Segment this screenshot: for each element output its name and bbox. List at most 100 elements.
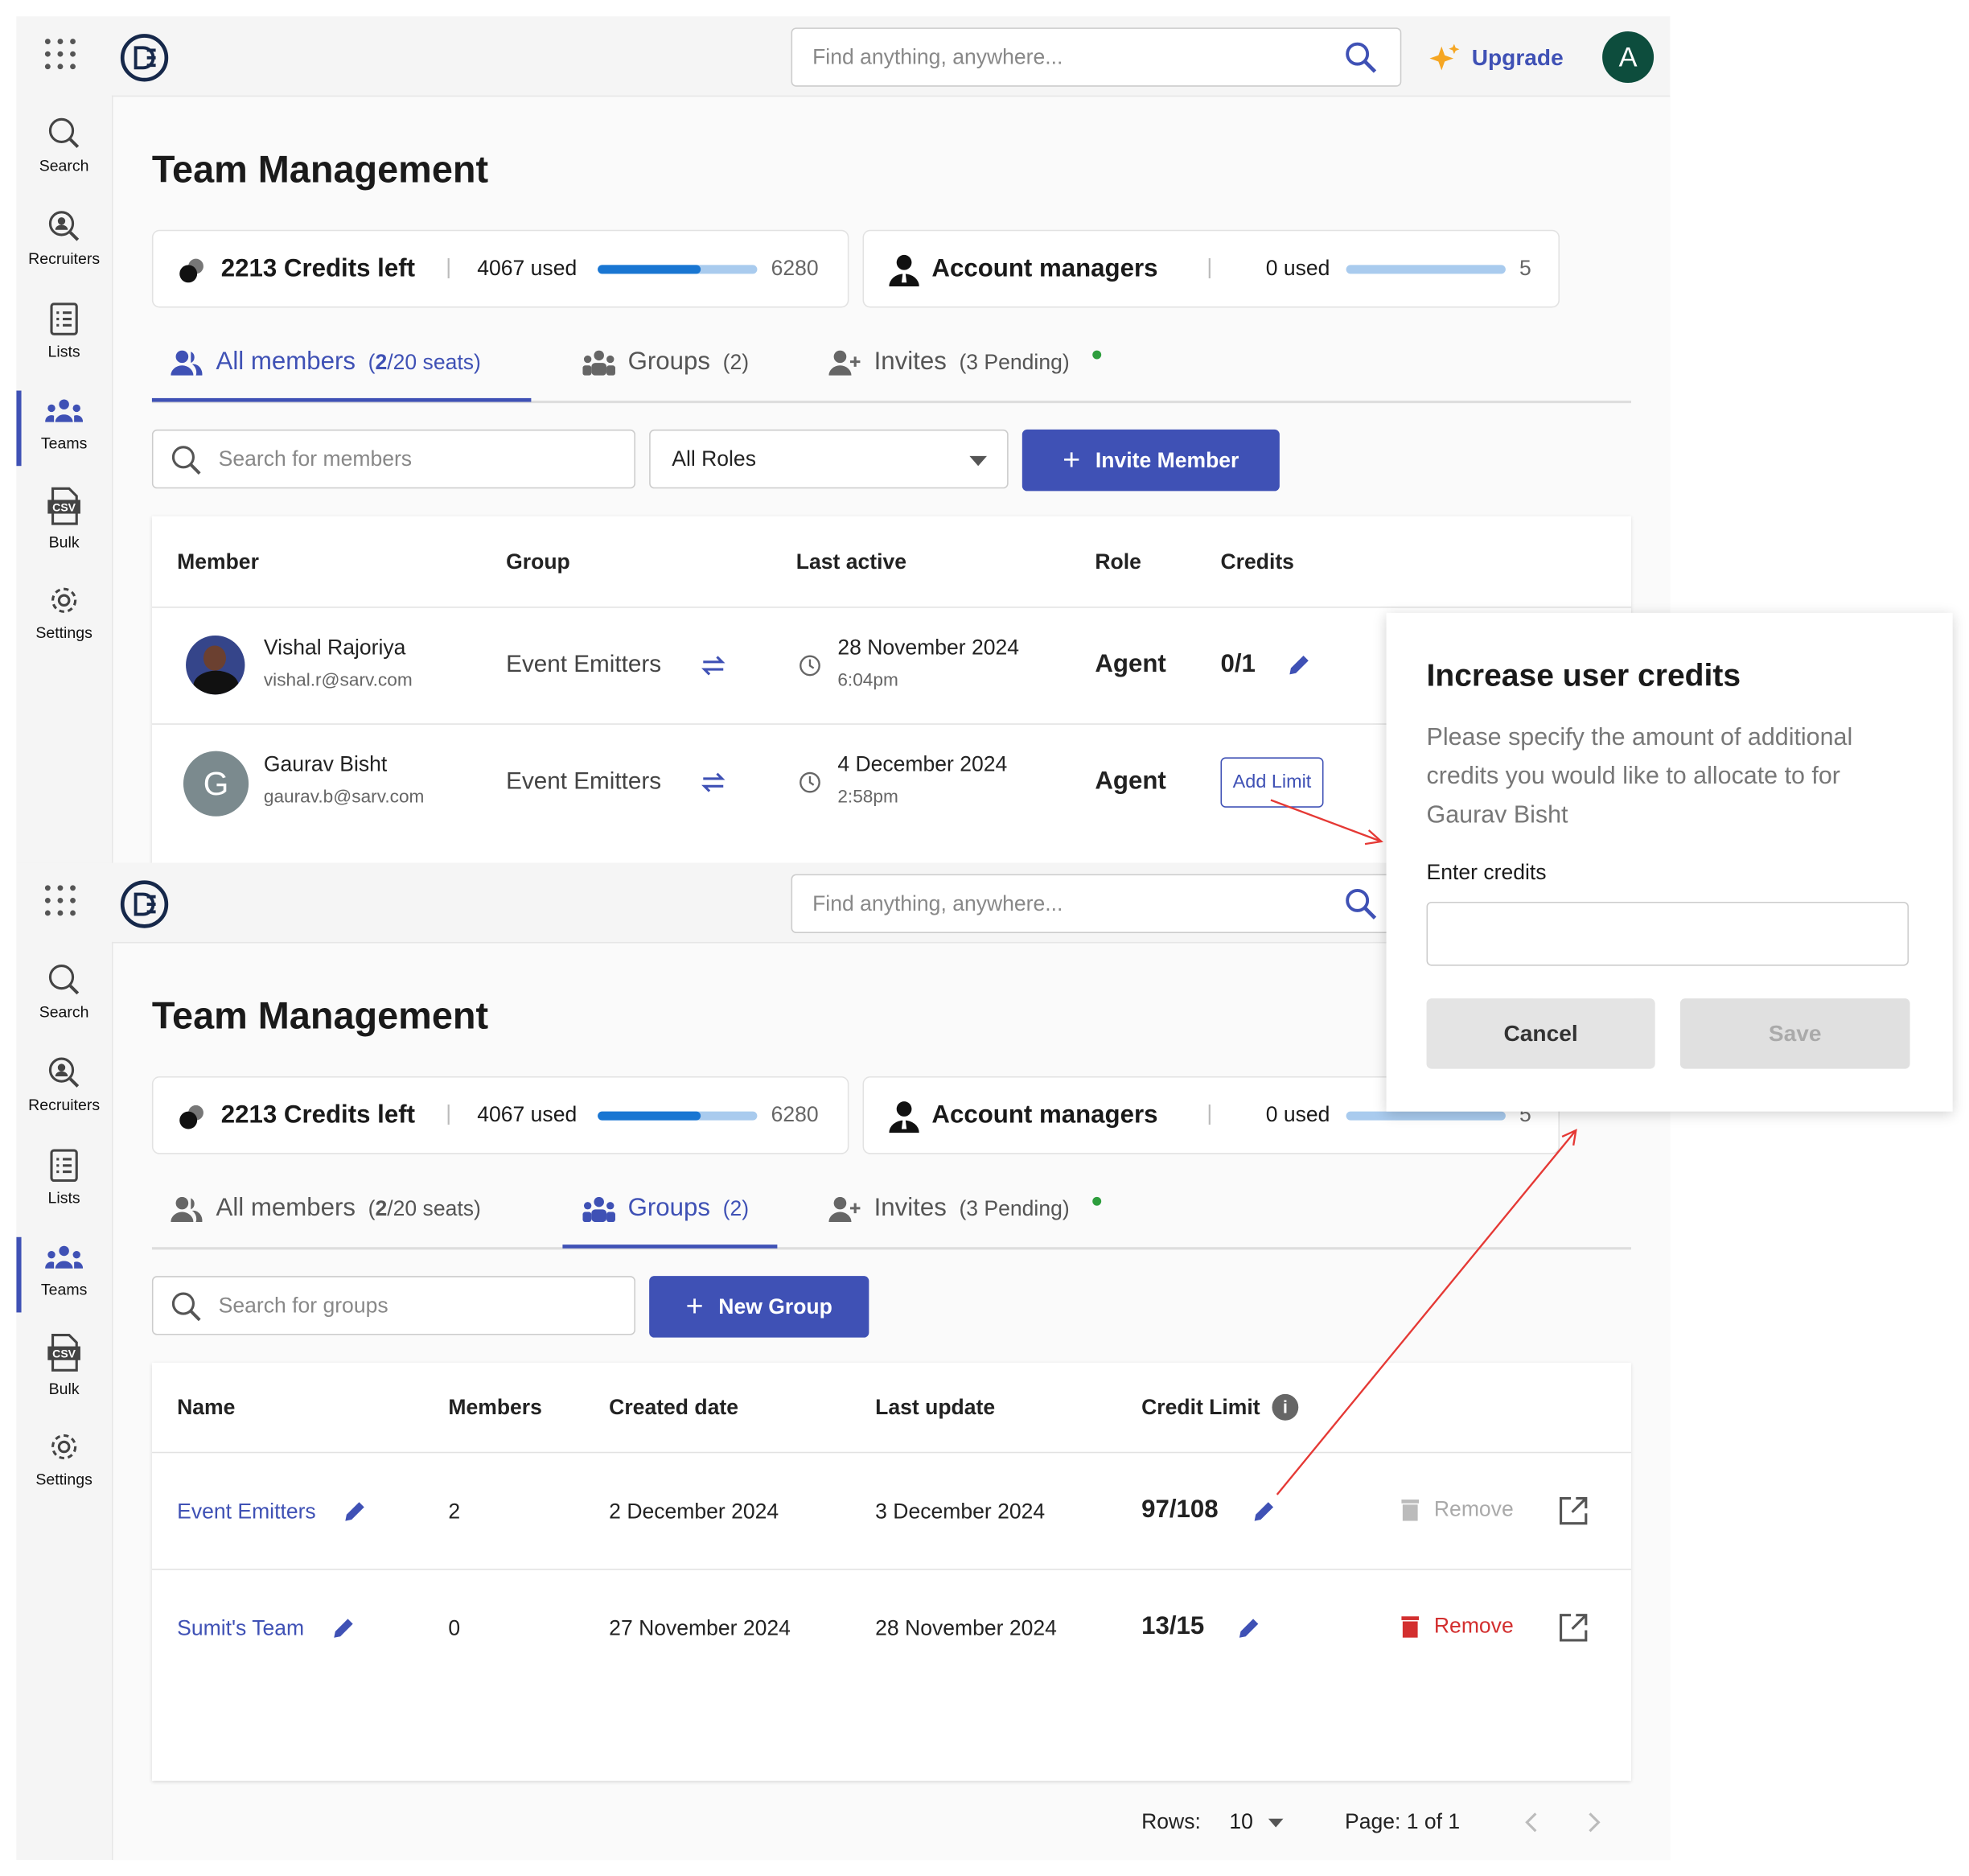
- remove-button-disabled[interactable]: Remove: [1401, 1497, 1514, 1522]
- credits-progress-bar: [598, 265, 758, 274]
- tab-groups[interactable]: Groups (2): [582, 348, 749, 376]
- rows-label: Rows:: [1141, 1809, 1201, 1834]
- sidebar-item-settings[interactable]: Settings: [16, 584, 112, 642]
- edit-pencil-icon[interactable]: [343, 1499, 368, 1524]
- tab-groups[interactable]: Groups (2): [582, 1195, 749, 1224]
- swap-icon[interactable]: [701, 656, 726, 676]
- plus-icon: +: [1063, 442, 1081, 477]
- active-tab-underline: [151, 397, 532, 402]
- add-limit-button[interactable]: Add Limit: [1220, 757, 1324, 808]
- avatar: G: [183, 751, 249, 817]
- search-icon[interactable]: [1345, 888, 1378, 921]
- groups-icon: [582, 1196, 615, 1222]
- trash-icon: [1401, 1500, 1420, 1521]
- sidebar-item-search[interactable]: Search: [16, 963, 112, 1021]
- tab-invites[interactable]: Invites (3 Pending): [828, 348, 1070, 376]
- plus-icon: +: [685, 1289, 704, 1323]
- logo-icon[interactable]: [119, 879, 169, 929]
- sidebar-item-bulk[interactable]: CSV Bulk: [16, 1332, 112, 1398]
- group-search-input[interactable]: Search for groups: [151, 1276, 635, 1335]
- credits-input[interactable]: [1426, 901, 1909, 966]
- member-name: Vishal Rajoriya: [263, 635, 406, 660]
- invite-member-button[interactable]: + Invite Member: [1021, 429, 1280, 492]
- credits-total: 6280: [771, 256, 819, 281]
- avatar[interactable]: A: [1602, 31, 1655, 84]
- column-header: Name: [177, 1395, 236, 1420]
- members-icon: [171, 349, 203, 376]
- group-created: 27 November 2024: [609, 1616, 791, 1640]
- avatar: [186, 635, 245, 695]
- member-search-input[interactable]: Search for members: [151, 429, 635, 489]
- credits-coins-icon: [179, 258, 203, 283]
- account-managers-label: Account managers: [931, 254, 1158, 283]
- edit-pencil-icon[interactable]: [331, 1615, 356, 1640]
- members-icon: [171, 1196, 203, 1222]
- logo-icon[interactable]: [119, 33, 169, 83]
- sidebar-item-lists[interactable]: Lists: [16, 1149, 112, 1207]
- column-header: Group: [506, 549, 570, 574]
- app-grid-icon[interactable]: [44, 884, 77, 917]
- recruiter-search-icon: [48, 1057, 80, 1088]
- credits-left: 2213 Credits left: [220, 254, 416, 283]
- global-search-input[interactable]: Find anything, anywhere...: [791, 27, 1402, 87]
- swap-icon[interactable]: [701, 772, 726, 792]
- credits-coins-icon: [179, 1105, 203, 1129]
- sidebar-item-search[interactable]: Search: [16, 117, 112, 175]
- column-header: Role: [1095, 549, 1141, 574]
- chevron-right-icon[interactable]: [1587, 1811, 1602, 1833]
- page-title: Team Management: [151, 149, 489, 191]
- tab-invites[interactable]: Invites (3 Pending): [828, 1195, 1070, 1224]
- open-external-icon[interactable]: [1558, 1495, 1588, 1525]
- edit-pencil-icon[interactable]: [1237, 1615, 1262, 1640]
- clock-icon: [800, 655, 820, 677]
- edit-pencil-icon[interactable]: [1287, 652, 1312, 677]
- add-person-icon: [828, 1196, 861, 1222]
- sidebar-item-recruiters[interactable]: Recruiters: [16, 210, 112, 268]
- list-icon: [50, 1149, 78, 1183]
- managers-progress-bar: [1346, 265, 1506, 274]
- search-icon[interactable]: [1345, 42, 1378, 75]
- save-button[interactable]: Save: [1679, 998, 1910, 1069]
- tab-all-members[interactable]: All members (2/20 seats): [171, 1195, 481, 1224]
- sidebar-item-lists[interactable]: Lists: [16, 302, 112, 360]
- sidebar-label: Lists: [47, 343, 80, 361]
- pending-dot: [1092, 350, 1102, 360]
- manager-icon: [889, 1101, 919, 1133]
- app-grid-icon[interactable]: [44, 38, 77, 71]
- last-active-date: 28 November 2024: [837, 635, 1020, 660]
- edit-pencil-icon[interactable]: [1252, 1499, 1277, 1524]
- sidebar-label: Settings: [35, 623, 92, 642]
- upgrade-button[interactable]: Upgrade: [1429, 42, 1564, 75]
- sidebar-item-recruiters[interactable]: Recruiters: [16, 1056, 112, 1114]
- column-header: Member: [177, 549, 259, 574]
- sidebar-item-bulk[interactable]: CSV Bulk: [16, 486, 112, 551]
- tab-all-members[interactable]: All members (2/20 seats): [171, 348, 481, 376]
- account-managers-card: Account managers | 0 used 5: [862, 229, 1560, 308]
- info-icon[interactable]: i: [1272, 1393, 1299, 1421]
- roles-select[interactable]: All Roles: [649, 429, 1009, 489]
- tab-label: Groups: [627, 348, 711, 376]
- group-name-link[interactable]: Sumit's Team: [177, 1616, 304, 1641]
- sidebar-item-settings[interactable]: Settings: [16, 1430, 112, 1488]
- add-person-icon: [828, 349, 861, 376]
- sidebar-label: Teams: [40, 434, 88, 453]
- tab-label: All members: [216, 348, 356, 376]
- group-name-link[interactable]: Event Emitters: [177, 1500, 316, 1524]
- chevron-left-icon[interactable]: [1523, 1811, 1539, 1833]
- search-icon: [171, 1291, 201, 1321]
- open-external-icon[interactable]: [1558, 1613, 1588, 1643]
- credits-card: 2213 Credits left | 4067 used 6280: [151, 1076, 849, 1154]
- page-title: Team Management: [151, 996, 489, 1038]
- dropdown-arrow-icon: [1268, 1817, 1284, 1827]
- new-group-button[interactable]: + New Group: [649, 1276, 869, 1338]
- column-header: Last active: [795, 549, 907, 574]
- sidebar-item-teams[interactable]: Teams: [16, 397, 112, 452]
- page-indicator: Page: 1 of 1: [1345, 1809, 1461, 1834]
- rows-per-page-select[interactable]: 10: [1229, 1810, 1284, 1835]
- sidebar-item-teams[interactable]: Teams: [16, 1244, 112, 1298]
- global-search-input[interactable]: Find anything, anywhere...: [791, 874, 1402, 933]
- cancel-button[interactable]: Cancel: [1426, 998, 1655, 1069]
- groups-icon: [582, 349, 615, 376]
- search-placeholder: Find anything, anywhere...: [812, 45, 1063, 69]
- remove-button[interactable]: Remove: [1401, 1614, 1514, 1639]
